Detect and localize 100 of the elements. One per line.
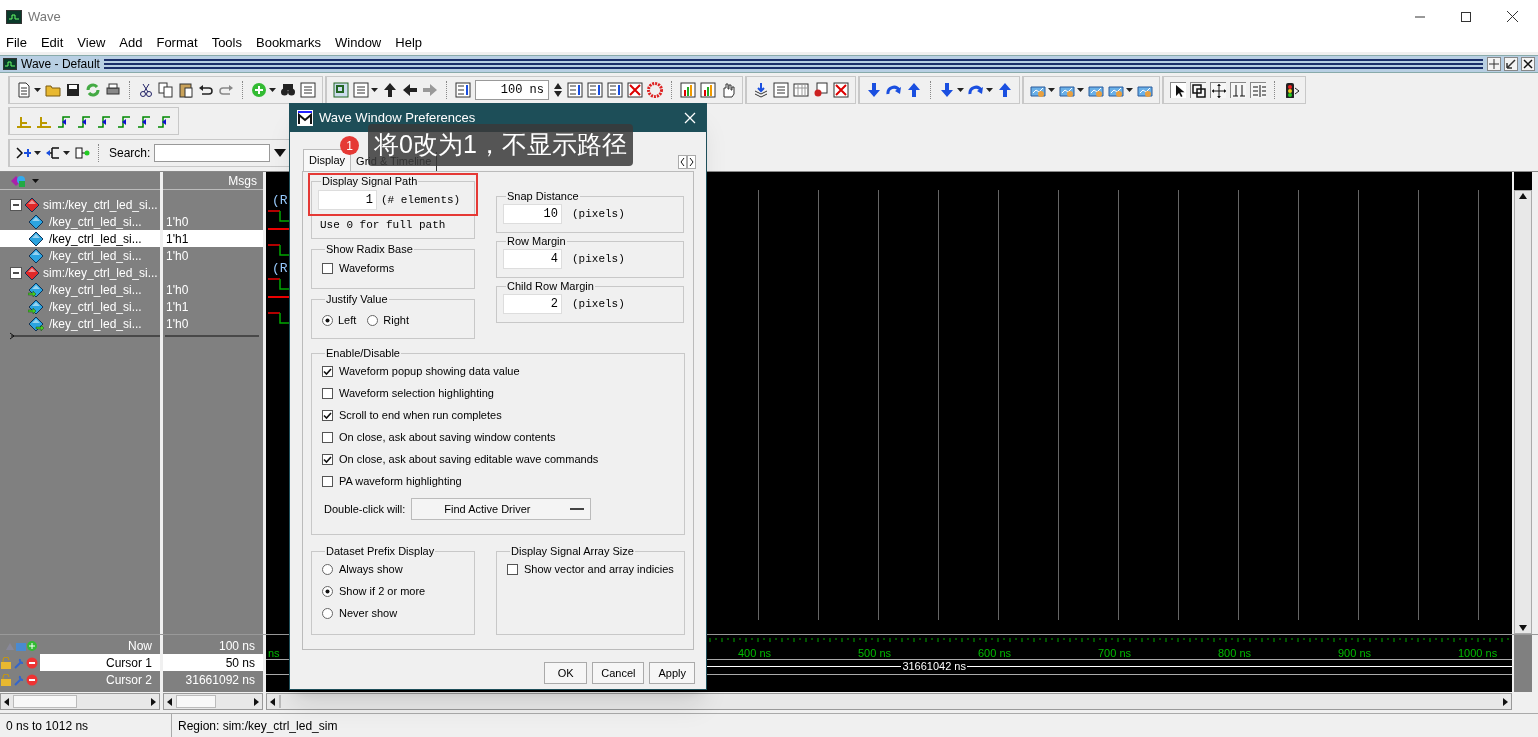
caret-icon[interactable] — [63, 151, 70, 155]
caret-icon[interactable] — [269, 88, 276, 92]
tree-icon[interactable] — [45, 145, 61, 161]
cursor-name[interactable]: Cursor 2 — [40, 671, 160, 688]
scrollbar[interactable] — [0, 693, 160, 710]
clipboard-icon[interactable] — [178, 82, 194, 98]
edge-icon[interactable] — [136, 113, 152, 129]
grid-icon[interactable] — [793, 82, 809, 98]
waveform-list-icon[interactable] — [455, 82, 471, 98]
net-icon[interactable] — [74, 145, 90, 161]
scrollbar[interactable] — [1514, 190, 1532, 634]
bar-chart-icon[interactable] — [680, 82, 696, 98]
insert-icon[interactable] — [16, 145, 32, 161]
menu-item[interactable]: View — [77, 32, 106, 53]
menu-item[interactable]: Tools — [211, 32, 242, 53]
edge-icon[interactable] — [156, 113, 172, 129]
find-icon[interactable] — [813, 82, 829, 98]
edge-icon[interactable] — [96, 113, 112, 129]
stack-icon[interactable] — [753, 82, 769, 98]
arrow-down-icon[interactable] — [939, 82, 955, 98]
waveform-list-icon[interactable] — [567, 82, 583, 98]
scrollbar[interactable] — [266, 693, 1512, 710]
checkbox[interactable] — [322, 475, 333, 487]
radio-button[interactable] — [322, 585, 333, 597]
ring-icon[interactable] — [647, 82, 663, 98]
edge-icon[interactable] — [116, 113, 132, 129]
signal-name[interactable]: sim:/key_ctrl_led_si... — [43, 263, 158, 282]
menu-item[interactable]: Bookmarks — [256, 32, 321, 53]
checkbox[interactable] — [322, 453, 333, 465]
scissors-icon[interactable] — [138, 82, 154, 98]
delete-icon[interactable] — [833, 82, 849, 98]
caret-icon[interactable] — [34, 88, 41, 92]
signal-row[interactable]: /key_ctrl_led_si... — [0, 315, 160, 332]
checkbox[interactable] — [322, 431, 333, 443]
radio-button[interactable] — [322, 314, 333, 326]
move-icon[interactable] — [1210, 82, 1226, 98]
collapse-icon[interactable] — [10, 198, 22, 211]
tab-scroll-icon[interactable] — [678, 155, 696, 169]
menu-item[interactable]: Format — [156, 32, 198, 53]
spinner-icon[interactable] — [553, 81, 563, 99]
binoculars-icon[interactable] — [280, 82, 296, 98]
remove-icon[interactable] — [26, 673, 38, 686]
squares-icon[interactable] — [333, 82, 349, 98]
caret-icon[interactable] — [1126, 88, 1133, 92]
dialog-button[interactable]: Apply — [649, 662, 695, 684]
dropdown-bar-icon[interactable] — [570, 508, 585, 512]
arrow-down-icon[interactable] — [866, 82, 882, 98]
maximize-icon[interactable] — [1461, 11, 1471, 22]
copy-icon[interactable] — [158, 82, 174, 98]
checkbox[interactable] — [507, 563, 518, 575]
menu-item[interactable]: Edit — [40, 32, 64, 53]
remove-icon[interactable] — [26, 656, 38, 669]
number-field[interactable]: 10 — [503, 204, 562, 224]
checkbox[interactable] — [322, 387, 333, 399]
search-field[interactable] — [154, 144, 271, 162]
delete-icon[interactable] — [627, 82, 643, 98]
number-field[interactable]: 2 — [503, 294, 562, 314]
cursor-name[interactable]: Now — [40, 637, 160, 654]
signal-row[interactable]: /key_ctrl_led_si... — [0, 230, 160, 247]
undo-icon[interactable] — [198, 82, 214, 98]
caret-icon[interactable] — [371, 88, 378, 92]
number-field[interactable]: 4 — [503, 249, 562, 269]
menu-item[interactable]: File — [6, 32, 27, 53]
arrow-up-icon[interactable] — [382, 82, 398, 98]
checkbox[interactable] — [322, 409, 333, 421]
menu-item[interactable]: Window — [335, 32, 382, 53]
zoom-box-icon[interactable] — [1190, 82, 1206, 98]
checkbox[interactable] — [322, 262, 333, 274]
dialog-button[interactable]: OK — [544, 662, 588, 684]
arrow-left-icon[interactable] — [402, 82, 418, 98]
dropdown-icon[interactable] — [274, 149, 287, 157]
hand-icon[interactable] — [720, 82, 736, 98]
radio-button[interactable] — [367, 314, 379, 326]
signal-row[interactable]: /key_ctrl_led_si... — [0, 247, 160, 264]
edge-icon[interactable] — [76, 113, 92, 129]
number-field[interactable]: 1 — [318, 190, 377, 210]
edge-icon[interactable] — [56, 113, 72, 129]
bar-chart-icon[interactable] — [700, 82, 716, 98]
caret-icon[interactable] — [986, 88, 993, 92]
cursor-name[interactable]: Cursor 1 — [40, 654, 160, 671]
radio-button[interactable] — [322, 563, 333, 575]
list-icon[interactable] — [773, 82, 789, 98]
time-field[interactable]: 100 ns — [475, 80, 549, 100]
close-icon[interactable] — [1521, 57, 1535, 71]
undock-icon[interactable] — [1504, 57, 1518, 71]
menu-item[interactable]: Help — [395, 32, 422, 53]
waveform-list-icon[interactable] — [607, 82, 623, 98]
scrollbar[interactable] — [163, 693, 263, 710]
waveform-list-icon[interactable] — [587, 82, 603, 98]
checkbox[interactable] — [322, 365, 333, 377]
radio-button[interactable] — [322, 607, 333, 619]
caret-icon[interactable] — [957, 88, 964, 92]
pointer-icon[interactable] — [1170, 82, 1186, 98]
menu-item[interactable]: Add — [119, 32, 143, 53]
tab[interactable]: Display — [303, 149, 352, 171]
caret-icon[interactable] — [1048, 88, 1055, 92]
dropdown[interactable]: Find Active Driver — [411, 498, 592, 520]
signal-row[interactable]: /key_ctrl_led_si... — [0, 298, 160, 315]
close-icon[interactable] — [1507, 11, 1518, 22]
caret-icon[interactable] — [1077, 88, 1084, 92]
